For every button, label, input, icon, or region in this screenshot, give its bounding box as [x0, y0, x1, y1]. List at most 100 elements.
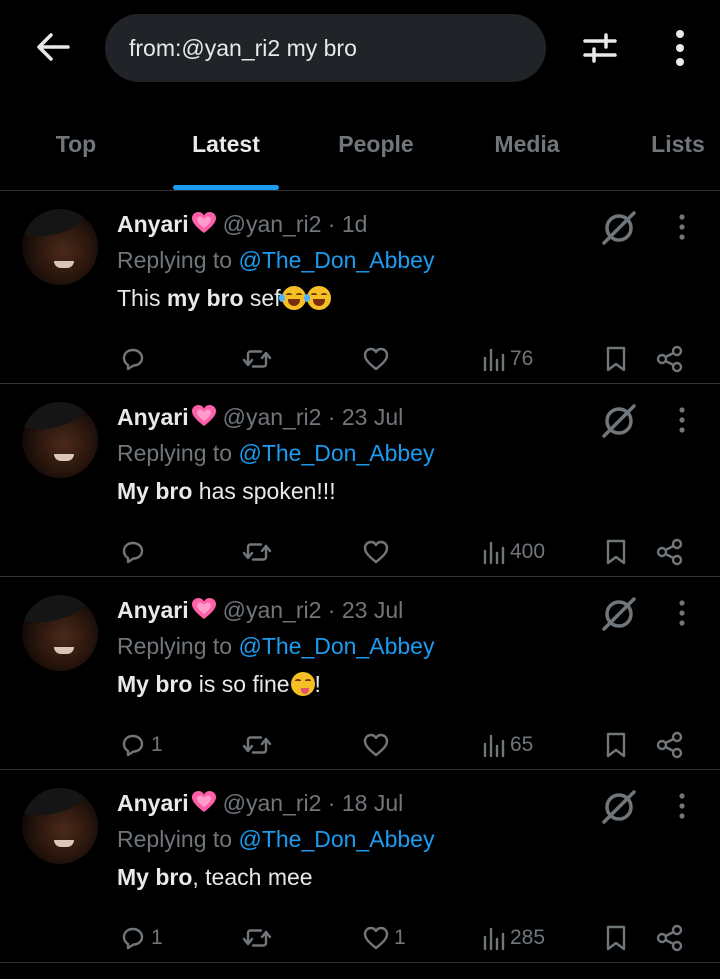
filter-sliders-icon[interactable]: [578, 26, 622, 70]
text-part: sef: [243, 285, 281, 311]
tweet-text: My bro has spoken!!!: [117, 476, 336, 506]
active-tab-indicator: [173, 185, 279, 190]
replying-to-link[interactable]: @The_Don_Abbey: [238, 440, 434, 466]
share-icon[interactable]: [656, 731, 684, 759]
views-bar-chart-icon: [483, 927, 505, 951]
bookmark-icon[interactable]: [605, 924, 627, 952]
share-icon[interactable]: [656, 345, 684, 373]
tab-latest[interactable]: Latest: [166, 98, 286, 190]
views-button[interactable]: 65: [482, 725, 533, 765]
tweet-more-icon[interactable]: [670, 209, 694, 245]
retweet-button[interactable]: [242, 725, 276, 765]
reply-count: 1: [151, 733, 163, 756]
separator-dot: ·: [327, 790, 336, 816]
timestamp[interactable]: 23 Jul: [342, 597, 403, 623]
bookmark-icon[interactable]: [605, 345, 627, 373]
heart-icon: [363, 733, 389, 757]
bookmark-icon[interactable]: [605, 538, 627, 566]
retweet-button[interactable]: [242, 339, 276, 379]
author-handle[interactable]: @yan_ri2: [223, 790, 322, 816]
replying-to: Replying to @The_Don_Abbey: [117, 631, 434, 661]
pink-heart-emoji-icon: [191, 405, 216, 426]
search-tabs: Top Latest People Media Lists: [0, 98, 720, 191]
tab-lists[interactable]: Lists: [618, 98, 720, 190]
replying-to: Replying to @The_Don_Abbey: [117, 438, 434, 468]
more-options-icon[interactable]: [660, 26, 700, 70]
text-part: , teach mee: [192, 864, 313, 890]
author-name[interactable]: Anyari: [117, 404, 189, 430]
back-arrow-icon[interactable]: [32, 26, 74, 68]
views-button[interactable]: 400: [482, 532, 545, 572]
tweet-more-icon[interactable]: [670, 595, 694, 631]
tweet-more-icon[interactable]: [670, 788, 694, 824]
like-count: 1: [394, 926, 406, 949]
tab-media[interactable]: Media: [467, 98, 587, 190]
bookmark-icon[interactable]: [605, 731, 627, 759]
timestamp[interactable]: 18 Jul: [342, 790, 403, 816]
views-bar-chart-icon: [483, 734, 505, 758]
grok-slash-circle-icon[interactable]: [600, 788, 638, 826]
share-icon[interactable]: [656, 924, 684, 952]
retweet-button[interactable]: [242, 918, 276, 958]
separator-dot: ·: [327, 404, 336, 430]
retweet-icon: [242, 543, 272, 561]
author-name[interactable]: Anyari: [117, 790, 189, 816]
grok-slash-circle-icon[interactable]: [600, 595, 638, 633]
replying-to: Replying to @The_Don_Abbey: [117, 245, 434, 275]
author-handle[interactable]: @yan_ri2: [223, 597, 322, 623]
reply-button[interactable]: 1: [119, 918, 163, 958]
author-name[interactable]: Anyari: [117, 597, 189, 623]
reply-icon: [122, 734, 144, 757]
reply-icon: [122, 541, 144, 564]
search-query: from:@yan_ri2 my bro: [129, 34, 357, 61]
pink-heart-emoji-icon: [191, 212, 216, 233]
grok-slash-circle-icon[interactable]: [600, 402, 638, 440]
reply-button[interactable]: [119, 532, 151, 572]
author-name[interactable]: Anyari: [117, 211, 189, 237]
tweet-item[interactable]: Anyari @yan_ri2 · 23 Jul Replying to @The…: [0, 577, 720, 770]
tweet-header: Anyari @yan_ri2 · 23 Jul: [117, 402, 403, 432]
avatar[interactable]: [22, 209, 98, 285]
tab-top[interactable]: Top: [16, 98, 136, 190]
author-handle[interactable]: @yan_ri2: [223, 404, 322, 430]
replying-to-link[interactable]: @The_Don_Abbey: [238, 247, 434, 273]
grok-slash-circle-icon[interactable]: [600, 209, 638, 247]
tab-people[interactable]: People: [316, 98, 436, 190]
replying-to-link[interactable]: @The_Don_Abbey: [238, 633, 434, 659]
tweet-more-icon[interactable]: [670, 402, 694, 438]
reply-button[interactable]: 1: [119, 725, 163, 765]
tweet-item[interactable]: Anyari @yan_ri2 · 23 Jul Replying to @The…: [0, 384, 720, 577]
like-button[interactable]: [362, 725, 394, 765]
tweet-actions: 400: [0, 532, 720, 572]
like-button[interactable]: [362, 532, 394, 572]
tweet-header: Anyari @yan_ri2 · 1d: [117, 209, 367, 239]
share-icon[interactable]: [656, 538, 684, 566]
rofl-emoji-icon: [303, 286, 331, 310]
views-count: 285: [510, 926, 546, 949]
tweet-header: Anyari @yan_ri2 · 18 Jul: [117, 788, 403, 818]
avatar[interactable]: [22, 788, 98, 864]
like-button[interactable]: 1: [362, 918, 406, 958]
reply-button[interactable]: [119, 339, 151, 379]
timestamp[interactable]: 1d: [342, 211, 368, 237]
replying-prefix: Replying to: [117, 440, 233, 466]
like-button[interactable]: [362, 339, 394, 379]
tweet-item[interactable]: Anyari @yan_ri2 · 18 Jul Replying to @The…: [0, 770, 720, 963]
replying-prefix: Replying to: [117, 633, 233, 659]
views-button[interactable]: 285: [482, 918, 545, 958]
text-highlight: my bro: [166, 285, 244, 311]
top-bar: from:@yan_ri2 my bro: [0, 0, 720, 98]
views-button[interactable]: 76: [482, 339, 533, 379]
replying-to-link[interactable]: @The_Don_Abbey: [238, 826, 434, 852]
reply-icon: [122, 348, 144, 371]
timestamp[interactable]: 23 Jul: [342, 404, 403, 430]
retweet-button[interactable]: [242, 532, 276, 572]
avatar[interactable]: [22, 595, 98, 671]
views-count: 76: [510, 347, 534, 370]
tweet-item[interactable]: Anyari @yan_ri2 · 1d Replying to @The_Don…: [0, 191, 720, 384]
author-handle[interactable]: @yan_ri2: [223, 211, 322, 237]
avatar[interactable]: [22, 402, 98, 478]
search-input[interactable]: from:@yan_ri2 my bro: [105, 14, 546, 82]
views-bar-chart-icon: [483, 541, 505, 565]
replying-prefix: Replying to: [117, 826, 233, 852]
